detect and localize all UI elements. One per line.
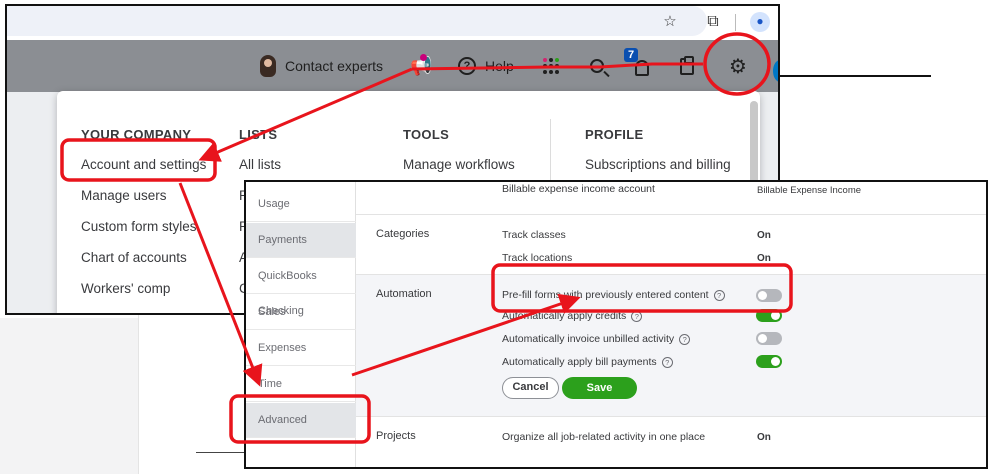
option-label: Automatically invoice unbilled activity? [502,333,691,345]
option-label: Automatically apply credits? [502,310,643,322]
extensions-icon[interactable]: ⧉ [704,13,722,31]
categories-row[interactable]: Categories Track classes On Track locati… [356,215,986,275]
contact-experts-button[interactable]: Contact experts [260,53,383,79]
help-icon[interactable]: ? [679,334,691,345]
address-bar[interactable] [7,6,707,36]
help-label: Help [485,58,514,74]
menu-heading: PROFILE [585,127,644,142]
all-lists-link[interactable]: All lists [239,149,281,180]
option-label: Track locations [502,252,573,264]
notification-badge: 7 [624,48,638,62]
subscriptions-and-billing-link[interactable]: Subscriptions and billing [585,149,731,180]
help-icon[interactable]: ? [713,290,725,301]
settings-nav: Usage Payments QuickBooks Checking Sales… [246,182,356,467]
gear-icon[interactable]: ⚙ [729,53,747,79]
option-label: Track classes [502,229,566,241]
apps-icon[interactable] [543,58,559,74]
prefill-forms-toggle[interactable] [756,289,782,302]
help-icon: ? [458,57,476,75]
menu-heading: YOUR COMPANY [81,127,192,142]
automation-row: Automation Pre-fill forms with previousl… [356,275,986,417]
billable-expense-row: Billable expense income account Billable… [356,182,986,215]
option-value: On [757,432,771,443]
megaphone-indicator [420,54,427,61]
background-underline [778,75,931,77]
background-underline-small [196,452,246,453]
option-label: Billable expense income account [502,183,655,195]
nav-item-expenses[interactable]: Expenses [246,331,356,366]
manage-users-link[interactable]: Manage users [81,180,206,211]
save-button[interactable]: Save [562,377,637,399]
help-icon[interactable]: ? [631,311,643,322]
account-and-settings-link[interactable]: Account and settings [81,149,206,180]
profile-icon[interactable]: ● [750,12,770,32]
nav-item-time[interactable]: Time [246,367,356,402]
nav-item-advanced[interactable]: Advanced [246,403,356,438]
invoice-unbilled-toggle[interactable] [756,332,782,345]
apply-bill-payments-toggle[interactable] [756,355,782,368]
chart-of-accounts-link[interactable]: Chart of accounts [81,242,206,273]
option-label: Automatically apply bill payments? [502,356,673,368]
help-button[interactable]: ? Help [458,53,514,79]
menu-heading: LISTS [239,127,278,142]
help-icon[interactable]: ? [661,357,673,368]
search-icon[interactable] [590,53,604,79]
menu-column-profile: PROFILE Subscriptions and billing [585,127,731,180]
option-value: Billable Expense Income [757,185,862,196]
option-value: On [757,253,771,264]
option-value: On [757,230,771,241]
account-settings-screenshot: Usage Payments QuickBooks Checking Sales… [244,180,988,469]
nav-item-usage[interactable]: Usage [246,187,356,222]
workers-comp-link[interactable]: Workers' comp [81,273,206,304]
row-label: Categories [376,228,430,240]
apply-credits-toggle[interactable] [756,309,782,322]
row-label: Automation [376,288,432,300]
custom-form-styles-link[interactable]: Custom form styles [81,211,206,242]
option-label: Pre-fill forms with previously entered c… [502,289,725,301]
nav-item-quickbooks-checking[interactable]: QuickBooks Checking [246,259,356,317]
app-header: Contact experts 📢 ? Help ⚙ [7,40,778,92]
manage-workflows-link[interactable]: Manage workflows [403,149,515,180]
background-gray-strip [0,318,138,474]
clipboard-icon[interactable] [680,53,694,79]
row-label: Projects [376,430,416,442]
user-avatar[interactable] [773,60,778,82]
nav-item-payments[interactable]: Payments [246,223,356,258]
contact-experts-label: Contact experts [285,58,384,74]
star-icon[interactable]: ☆ [661,13,679,31]
cancel-button[interactable]: Cancel [502,377,559,399]
expert-avatar-icon [260,55,276,77]
toolbar-divider [735,14,736,31]
menu-column-your-company: YOUR COMPANY Account and settings Manage… [81,127,206,304]
menu-column-tools: TOOLS Manage workflows [403,127,515,180]
menu-heading: TOOLS [403,127,450,142]
option-label: Organize all job-related activity in one… [502,431,706,443]
projects-row[interactable]: Projects Organize all job-related activi… [356,417,986,467]
nav-item-sales[interactable]: Sales [246,295,356,330]
browser-toolbar: ☆ ⧉ ● [7,6,778,40]
